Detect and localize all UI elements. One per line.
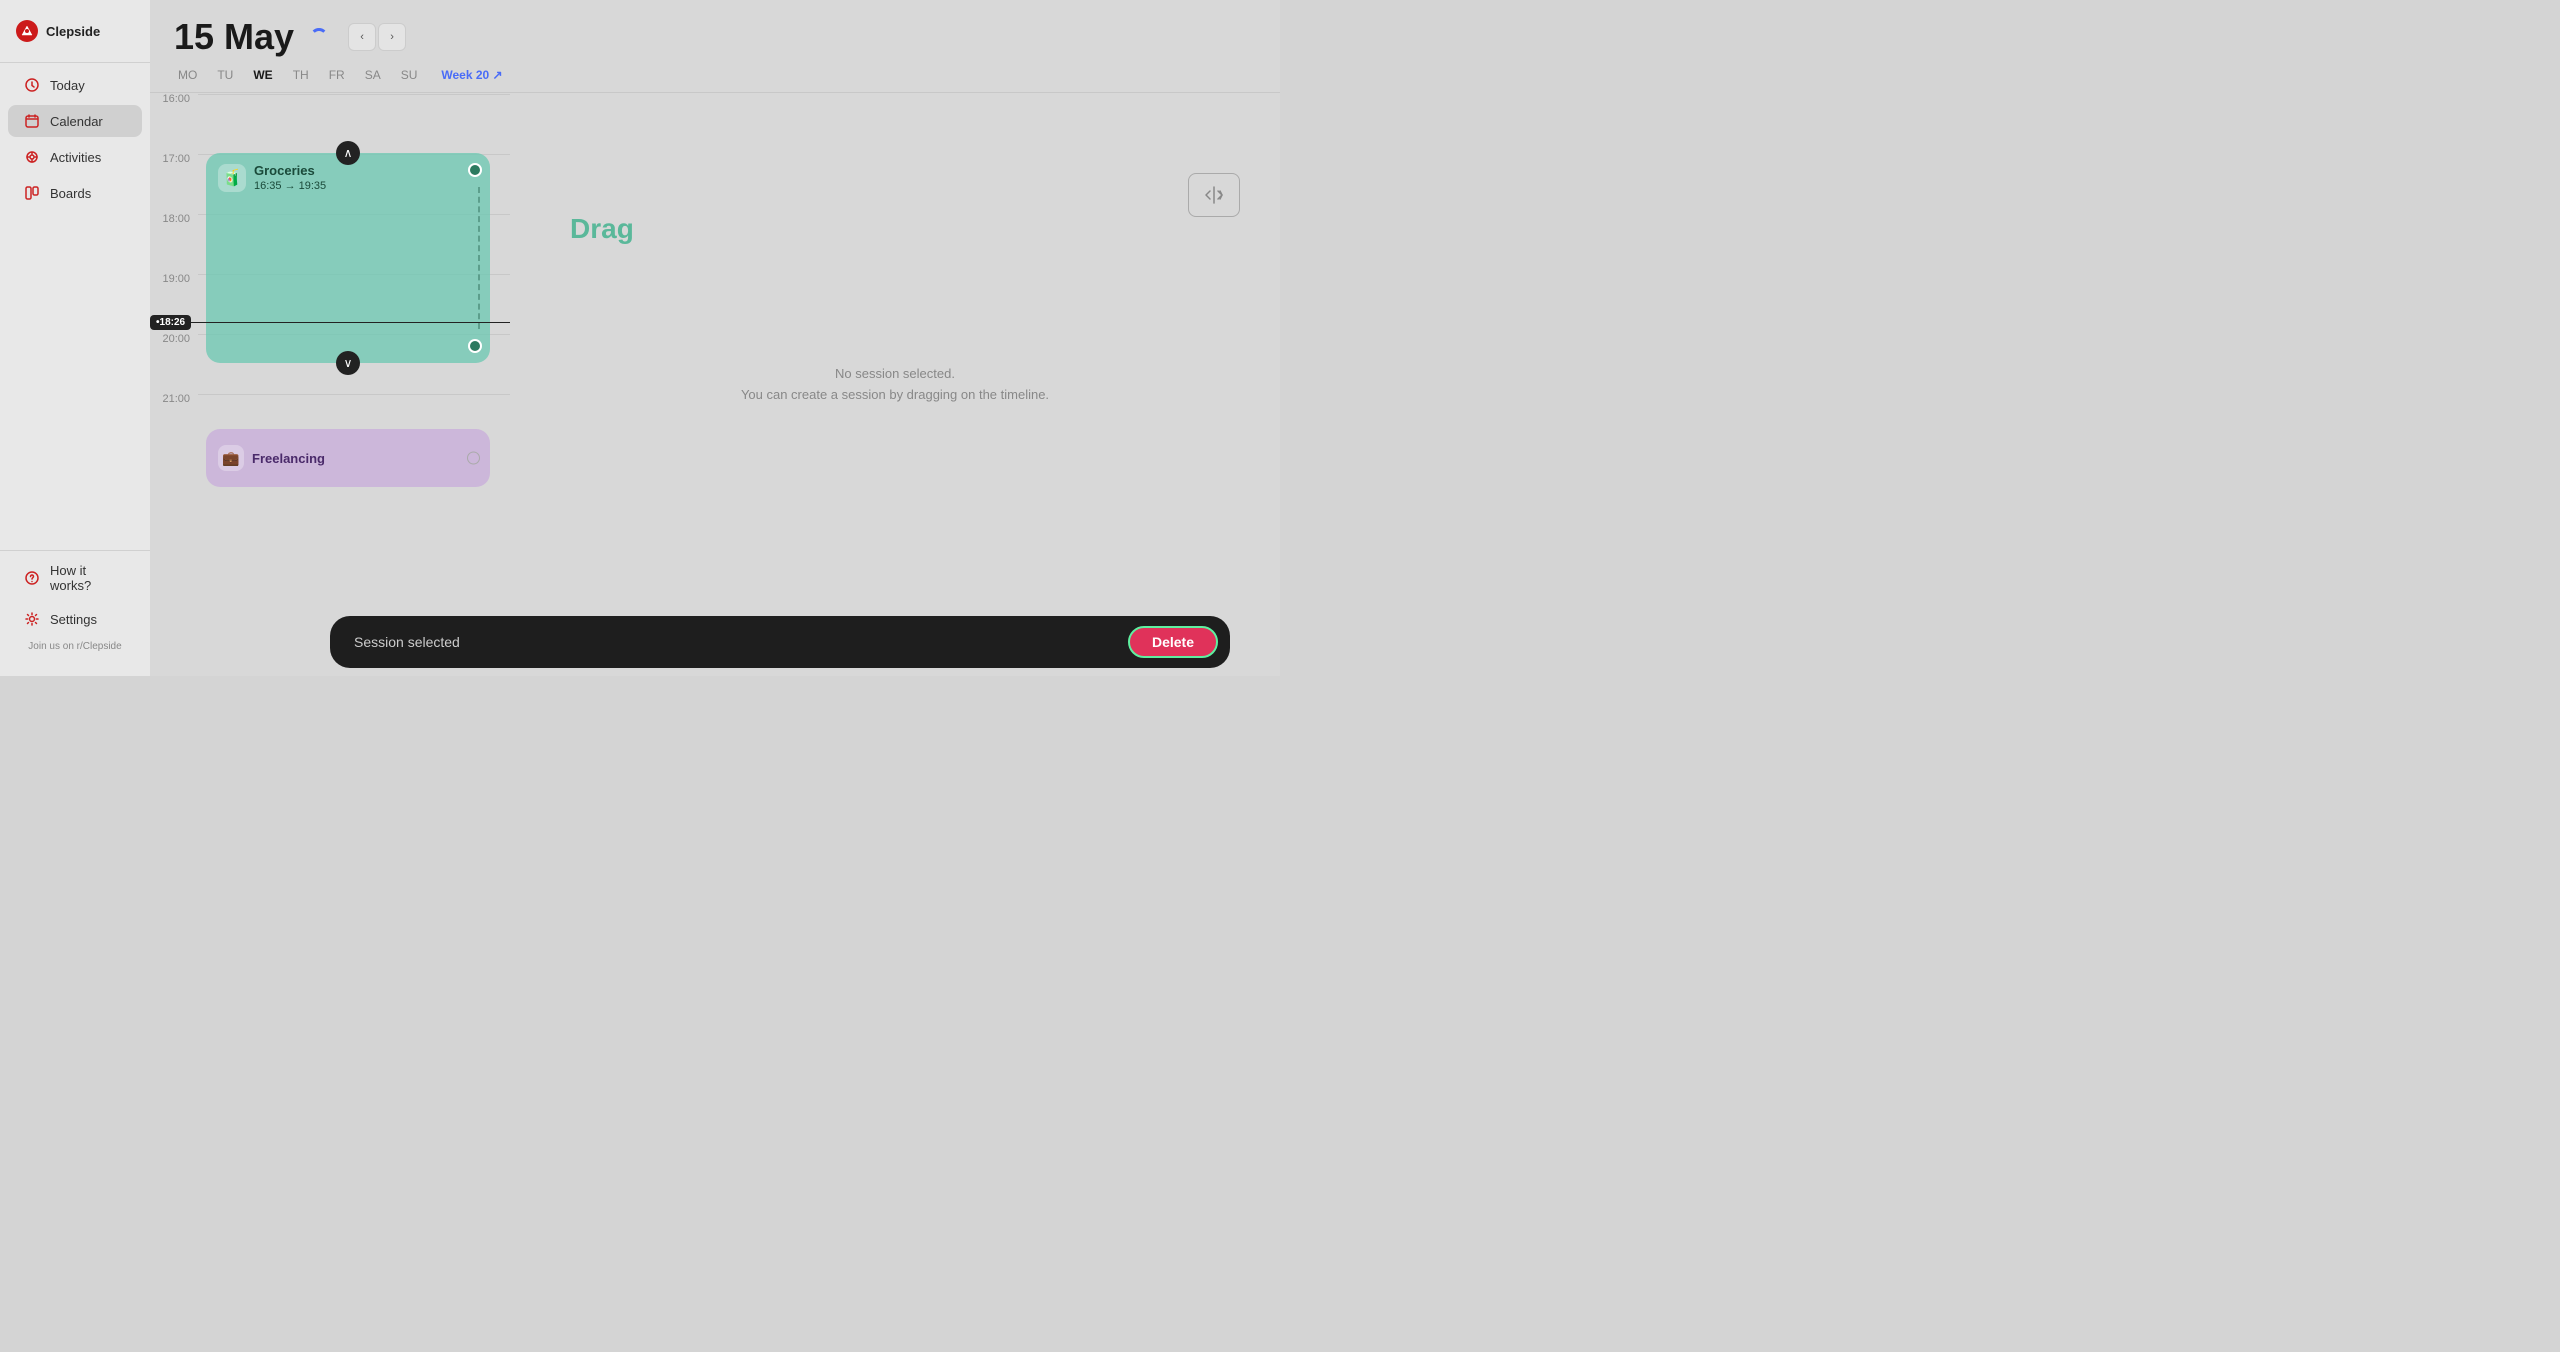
sidebar-item-label-how-it-works: How it works? (50, 563, 126, 593)
header-top-row: 15 May ‹ › (174, 16, 1256, 58)
question-icon (24, 570, 40, 586)
day-th[interactable]: TH (289, 66, 313, 84)
sidebar-item-label-activities: Activities (50, 150, 101, 165)
groceries-emoji: 🧃 (218, 164, 246, 192)
sidebar-item-settings[interactable]: Settings (8, 603, 142, 635)
freelancing-emoji: 💼 (218, 445, 244, 471)
time-label-19: 19:00 (150, 273, 198, 285)
time-label-21: 21:00 (150, 393, 198, 405)
time-line-16 (198, 94, 510, 95)
right-panel: Drag No session selected. You can create… (510, 93, 1280, 676)
logo-icon (16, 20, 38, 42)
day-su[interactable]: SU (397, 66, 422, 84)
move-icon-box (1188, 173, 1240, 217)
day-we[interactable]: WE (249, 66, 276, 84)
bottom-bar: Session selected Delete (330, 616, 1230, 668)
current-time-indicator: •18:26 (150, 315, 510, 330)
groceries-header: 🧃 Groceries 16:35 → 19:35 (218, 163, 478, 192)
join-text: Join us on r/Clepside (0, 637, 150, 656)
groceries-dashed-line (478, 187, 480, 329)
app-logo: Clepside (0, 12, 150, 58)
expand-bottom-btn[interactable]: ∨ (336, 351, 360, 375)
main-content: 15 May ‹ › MO TU WE TH FR SA SU Week 20 … (150, 0, 1280, 676)
groceries-dot-bottom (468, 339, 482, 353)
delete-button[interactable]: Delete (1128, 626, 1218, 658)
bottom-bar-text: Session selected (354, 634, 1112, 650)
content-area: 16:00 17:00 18:00 19:00 20:00 21:00 (150, 93, 1280, 676)
calendar-icon (24, 113, 40, 129)
current-time-line (191, 322, 510, 324)
session-freelancing[interactable]: 💼 Freelancing (206, 429, 490, 487)
next-arrow[interactable]: › (378, 23, 406, 51)
groceries-dot-top (468, 163, 482, 177)
sidebar-divider-bottom (0, 550, 150, 551)
sidebar-item-how-it-works[interactable]: How it works? (8, 555, 142, 601)
time-label-20: 20:00 (150, 333, 198, 345)
sidebar-item-label-settings: Settings (50, 612, 97, 627)
day-fr[interactable]: FR (325, 66, 349, 84)
sidebar-item-activities[interactable]: Activities (8, 141, 142, 173)
no-session-text: No session selected. You can create a se… (741, 364, 1049, 406)
sidebar: Clepside Today Calendar (0, 0, 150, 676)
sidebar-bottom: How it works? Settings Join us on r/Clep… (0, 546, 150, 664)
freelancing-title: Freelancing (252, 451, 325, 466)
loading-spinner (310, 28, 328, 46)
gear-icon (24, 611, 40, 627)
expand-top-btn[interactable]: ∧ (336, 141, 360, 165)
groceries-time: 16:35 → 19:35 (254, 180, 326, 192)
day-mo[interactable]: MO (174, 66, 201, 84)
sidebar-item-label-boards: Boards (50, 186, 91, 201)
time-label-18: 18:00 (150, 213, 198, 225)
freelancing-dot (467, 452, 480, 465)
day-tu[interactable]: TU (213, 66, 237, 84)
drag-label: Drag (570, 213, 634, 245)
time-line-21 (198, 394, 510, 395)
time-label-17: 17:00 (150, 153, 198, 165)
sidebar-item-label-today: Today (50, 78, 85, 93)
boards-icon (24, 185, 40, 201)
sidebar-item-today[interactable]: Today (8, 69, 142, 101)
app-name: Clepside (46, 24, 100, 39)
current-date: 15 May (174, 16, 294, 58)
sidebar-item-boards[interactable]: Boards (8, 177, 142, 209)
sidebar-divider-top (0, 62, 150, 63)
sidebar-item-calendar[interactable]: Calendar (8, 105, 142, 137)
nav-arrows: ‹ › (348, 23, 406, 51)
groceries-title: Groceries (254, 163, 326, 178)
week-days-row: MO TU WE TH FR SA SU Week 20 ↗ (174, 66, 1256, 84)
time-row-16: 16:00 (150, 93, 510, 153)
timeline: 16:00 17:00 18:00 19:00 20:00 21:00 (150, 93, 510, 676)
calendar-header: 15 May ‹ › MO TU WE TH FR SA SU Week 20 … (150, 0, 1280, 92)
activities-icon (24, 149, 40, 165)
no-session-line2: You can create a session by dragging on … (741, 385, 1049, 406)
groceries-info: Groceries 16:35 → 19:35 (254, 163, 326, 192)
clock-icon (24, 77, 40, 93)
week-link[interactable]: Week 20 ↗ (441, 68, 502, 82)
sidebar-item-label-calendar: Calendar (50, 114, 103, 129)
session-groceries[interactable]: ∧ 🧃 Groceries 16:35 → 19:35 ∨ (206, 153, 490, 363)
current-time-label: •18:26 (150, 315, 191, 330)
time-label-16: 16:00 (150, 93, 198, 105)
day-sa[interactable]: SA (361, 66, 385, 84)
prev-arrow[interactable]: ‹ (348, 23, 376, 51)
no-session-line1: No session selected. (741, 364, 1049, 385)
